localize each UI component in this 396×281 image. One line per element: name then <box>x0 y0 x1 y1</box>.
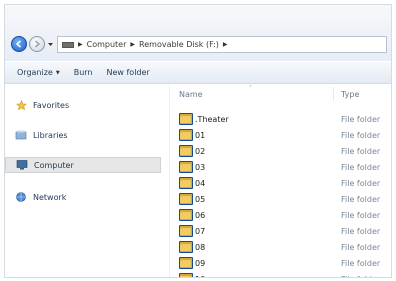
file-name: 07 <box>195 226 206 236</box>
column-header-name[interactable]: Name <box>179 90 203 99</box>
file-name: 02 <box>195 146 206 156</box>
file-row[interactable]: 10 File folder <box>179 271 389 278</box>
new-folder-label: New folder <box>106 68 150 77</box>
chevron-down-icon <box>48 43 53 46</box>
folder-icon <box>179 161 193 173</box>
breadcrumb-separator-icon[interactable]: ▶ <box>78 41 83 48</box>
file-name: 08 <box>195 242 206 252</box>
folder-icon <box>179 113 193 125</box>
file-name: 10 <box>195 275 205 278</box>
file-type: File folder <box>341 194 381 204</box>
navigation-pane: Favorites Libraries Computer Network <box>5 85 165 277</box>
file-type: File folder <box>341 162 381 172</box>
organize-button[interactable]: Organize ▼ <box>17 68 60 77</box>
nav-item-favorites[interactable]: Favorites <box>15 97 69 113</box>
sort-indicator-icon: ˄ <box>249 85 252 92</box>
burn-button[interactable]: Burn <box>74 68 93 77</box>
file-type: File folder <box>341 242 381 252</box>
file-name: 01 <box>195 130 206 140</box>
file-name: 04 <box>195 178 206 188</box>
breadcrumb-separator-icon[interactable]: ▶ <box>130 41 135 48</box>
file-type: File folder <box>341 114 381 124</box>
file-row[interactable]: 05 File folder <box>179 191 389 207</box>
column-header-type[interactable]: Type <box>341 90 359 99</box>
file-type: File folder <box>341 226 381 236</box>
file-row[interactable]: 08 File folder <box>179 239 389 255</box>
folder-icon <box>179 273 193 277</box>
nav-label: Favorites <box>33 100 70 110</box>
organize-label: Organize <box>17 68 53 77</box>
file-row[interactable]: 07 File folder <box>179 223 389 239</box>
column-header-row: ˄ Name Type <box>171 85 391 103</box>
file-type: File folder <box>341 210 381 220</box>
file-name: 09 <box>195 258 206 268</box>
file-list: ˄ Name Type .Theater File folder 01 File… <box>171 85 391 277</box>
back-arrow-icon <box>15 40 22 48</box>
file-row[interactable]: 09 File folder <box>179 255 389 271</box>
file-type: File folder <box>341 130 381 140</box>
computer-icon <box>16 159 28 171</box>
folder-icon <box>179 129 193 141</box>
folder-icon <box>179 193 193 205</box>
breadcrumb-separator-icon[interactable]: ▶ <box>223 41 228 48</box>
chevron-down-icon: ▼ <box>55 69 60 76</box>
file-name: 06 <box>195 210 206 220</box>
nav-item-computer[interactable]: Computer <box>5 157 161 173</box>
star-icon <box>15 99 27 111</box>
folder-icon <box>179 209 193 221</box>
burn-label: Burn <box>73 68 93 77</box>
library-icon <box>15 129 27 141</box>
file-type: File folder <box>341 178 381 188</box>
folder-icon <box>179 145 193 157</box>
nav-label: Network <box>33 192 67 202</box>
file-type: File folder <box>341 258 381 268</box>
file-row[interactable]: 01 File folder <box>179 127 389 143</box>
file-row[interactable]: 03 File folder <box>179 159 389 175</box>
file-name: 05 <box>195 194 206 204</box>
forward-button[interactable] <box>29 36 45 52</box>
folder-icon <box>179 177 193 189</box>
folder-icon <box>179 241 193 253</box>
title-bar: ▶ Computer ▶ Removable Disk (F:) ▶ <box>5 5 391 61</box>
drive-icon <box>62 41 74 48</box>
breadcrumb-removable-disk[interactable]: Removable Disk (F:) <box>139 40 219 49</box>
file-row[interactable]: 04 File folder <box>179 175 389 191</box>
file-row[interactable]: .Theater File folder <box>179 111 389 127</box>
explorer-window: ▶ Computer ▶ Removable Disk (F:) ▶ Organ… <box>4 4 392 278</box>
nav-item-network[interactable]: Network <box>15 189 66 205</box>
file-type: File folder <box>341 146 381 156</box>
file-name: .Theater <box>195 114 229 124</box>
breadcrumb-computer[interactable]: Computer <box>87 40 127 49</box>
network-icon <box>15 191 27 203</box>
command-bar: Organize ▼ Burn New folder <box>5 62 391 84</box>
address-bar[interactable]: ▶ Computer ▶ Removable Disk (F:) ▶ <box>57 36 387 53</box>
file-row[interactable]: 02 File folder <box>179 143 389 159</box>
folder-icon <box>179 257 193 269</box>
nav-item-libraries[interactable]: Libraries <box>15 127 68 143</box>
nav-label: Libraries <box>33 130 68 140</box>
forward-arrow-icon <box>34 40 41 48</box>
file-type: File folder <box>341 275 380 278</box>
file-name: 03 <box>195 162 206 172</box>
back-button[interactable] <box>11 36 27 52</box>
nav-label: Computer <box>34 160 74 170</box>
pane-splitter[interactable] <box>169 85 170 277</box>
column-divider[interactable] <box>333 87 334 101</box>
recent-pages-dropdown[interactable] <box>47 41 54 48</box>
new-folder-button[interactable]: New folder <box>106 68 149 77</box>
folder-icon <box>179 225 193 237</box>
file-row[interactable]: 06 File folder <box>179 207 389 223</box>
